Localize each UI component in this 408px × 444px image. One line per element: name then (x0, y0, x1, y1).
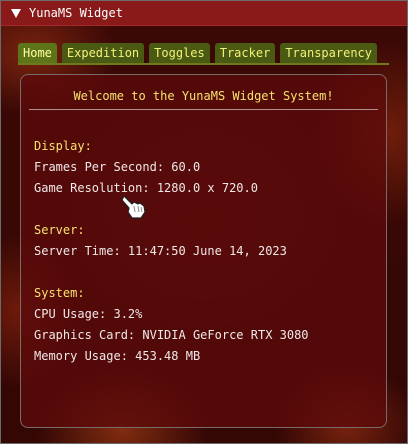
tab-expedition[interactable]: Expedition (61, 43, 145, 63)
title-bar[interactable]: YunaMS Widget (1, 1, 407, 26)
system-heading: System: (34, 286, 85, 300)
tab-bar: Home Expedition Toggles Tracker Transpar… (18, 43, 378, 63)
display-heading: Display: (34, 139, 92, 153)
fps-text: Frames Per Second: 60.0 (34, 160, 201, 174)
collapse-triangle-icon[interactable] (11, 8, 21, 18)
tab-underline (18, 63, 389, 65)
tab-transparency[interactable]: Transparency (280, 43, 378, 63)
graphics-card-text: Graphics Card: NVIDIA GeForce RTX 3080 (34, 328, 309, 342)
server-time-text: Server Time: 11:47:50 June 14, 2023 (34, 244, 287, 258)
hand-pointer-icon (121, 195, 146, 219)
tab-home[interactable]: Home (18, 43, 57, 63)
welcome-text: Welcome to the YunaMS Widget System! (73, 89, 334, 103)
cpu-usage-text: CPU Usage: 3.2% (34, 307, 143, 321)
tab-toggles[interactable]: Toggles (149, 43, 210, 63)
server-heading: Server: (34, 223, 85, 237)
window-title: YunaMS Widget (29, 6, 123, 20)
tab-tracker[interactable]: Tracker (214, 43, 276, 63)
resolution-text: Game Resolution: 1280.0 x 720.0 (34, 181, 258, 195)
memory-usage-text: Memory Usage: 453.48 MB (34, 349, 201, 363)
widget-window: YunaMS Widget Home Expedition Toggles Tr… (0, 0, 408, 444)
home-panel: Welcome to the YunaMS Widget System! Dis… (20, 74, 387, 428)
separator (29, 109, 378, 110)
